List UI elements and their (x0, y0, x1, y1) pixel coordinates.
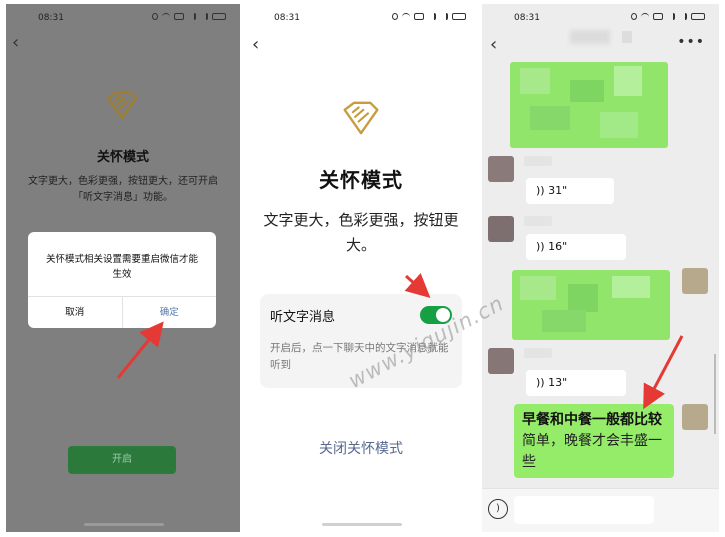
arrow-to-message (643, 335, 684, 410)
arrow-to-confirm (116, 321, 164, 379)
screenshot-collage: 08:31 ‹ 关怀模式 文字更大，色彩更强，按钮更大，还可开启「听文字消息」功… (0, 0, 725, 537)
annotation-arrows (116, 273, 684, 410)
arrow-to-toggle (404, 273, 431, 299)
